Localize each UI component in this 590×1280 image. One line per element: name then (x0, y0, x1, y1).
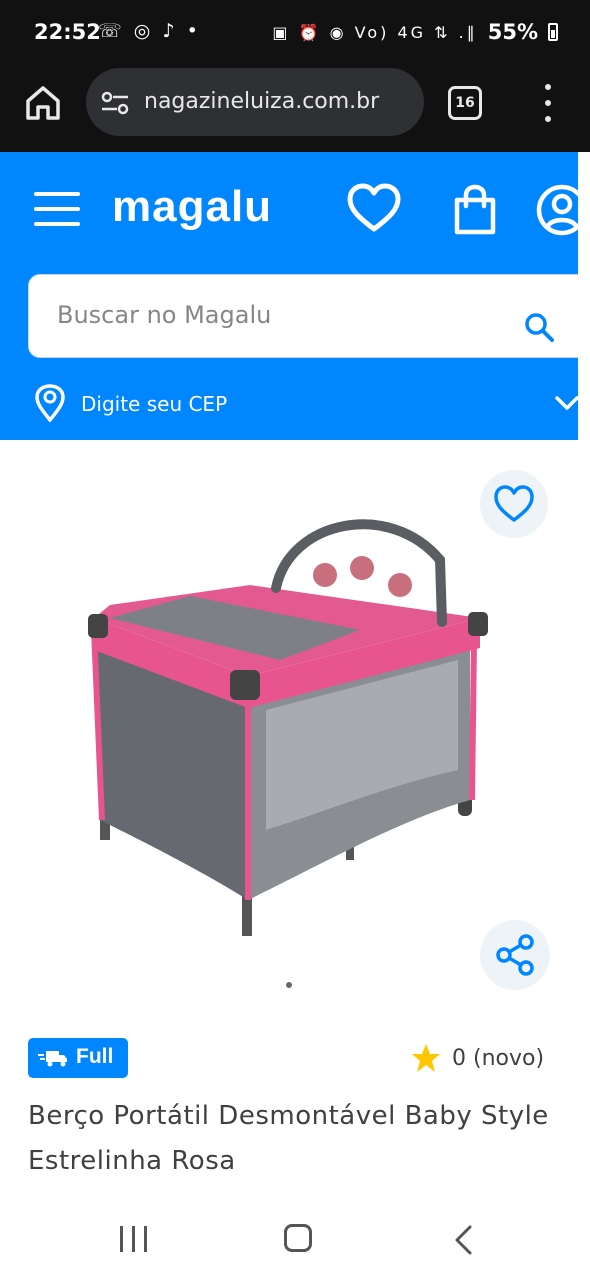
address-bar[interactable]: nagazineluiza.com.br (86, 68, 424, 136)
notification-icons: ☏ ◎ ♪ • (98, 20, 201, 42)
favorite-button[interactable] (480, 470, 548, 538)
full-badge: Full (28, 1038, 128, 1078)
system-nav-bar (0, 1200, 590, 1280)
share-icon (496, 934, 534, 976)
browser-menu-icon[interactable] (536, 84, 560, 122)
browser-toolbar: nagazineluiza.com.br 16 (0, 66, 590, 152)
crib-toy-bear (313, 563, 337, 587)
search-input[interactable]: Buscar no Magalu (57, 301, 271, 329)
product-image[interactable] (70, 500, 500, 960)
account-user-icon[interactable] (534, 182, 578, 238)
location-pin-icon (35, 384, 65, 422)
back-icon[interactable] (452, 1224, 476, 1256)
battery-percent: 55% (487, 20, 538, 44)
search-box[interactable]: Buscar no Magalu (28, 274, 578, 358)
shopping-bag-icon[interactable] (452, 184, 498, 236)
product-title: Berço Portátil Desmontável Baby Style Es… (28, 1101, 549, 1176)
search-icon[interactable] (523, 311, 555, 343)
cep-selector[interactable]: Digite seu CEP (34, 384, 578, 424)
product-rating[interactable]: 0 (novo) (410, 1040, 544, 1076)
crib-corner-cap (88, 614, 108, 638)
signal-icons: ▣ ⏰ ◉ Vo) 4G ⇅ .∥ (272, 22, 478, 42)
rating-text: 0 (novo) (452, 1045, 545, 1071)
hamburger-menu-icon[interactable] (34, 192, 80, 226)
site-settings-icon[interactable] (100, 90, 130, 116)
status-time: 22:52 (34, 20, 101, 44)
carousel-indicator[interactable] (286, 982, 292, 988)
url-text: nagazineluiza.com.br (144, 89, 380, 114)
tab-switcher-button[interactable]: 16 (448, 86, 482, 120)
full-badge-label: Full (76, 1045, 114, 1068)
crib-corner-cap (468, 612, 488, 636)
site-header: magalu Buscar no Magalu Digite seu CEP (0, 152, 578, 440)
magalu-logo[interactable]: magalu (112, 182, 272, 232)
star-icon (412, 1044, 440, 1072)
home-icon[interactable] (284, 1224, 312, 1252)
recents-icon[interactable] (120, 1226, 148, 1254)
heart-icon (494, 485, 534, 522)
battery-icon (548, 23, 558, 41)
crib-pink-edge (469, 639, 477, 801)
system-status: ▣ ⏰ ◉ Vo) 4G ⇅ .∥ 55% (272, 20, 558, 44)
truck-icon (38, 1051, 67, 1067)
crib-toy-bear (388, 573, 412, 597)
crib-toy-bear (350, 556, 374, 580)
chevron-down-icon[interactable] (554, 390, 578, 416)
status-bar: 22:52 ☏ ◎ ♪ • ▣ ⏰ ◉ Vo) 4G ⇅ .∥ 55% (0, 0, 590, 66)
browser-home-icon[interactable] (22, 82, 64, 124)
share-button[interactable] (480, 920, 550, 990)
crib-corner-cap (230, 670, 260, 700)
favorites-heart-icon[interactable] (346, 182, 402, 234)
cep-label: Digite seu CEP (81, 392, 228, 416)
